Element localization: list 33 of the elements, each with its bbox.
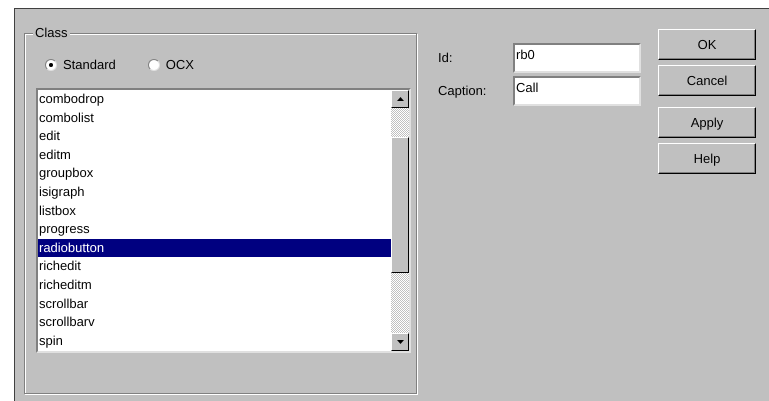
list-item[interactable]: richeditm <box>38 276 391 295</box>
scrollbar[interactable] <box>391 90 409 351</box>
up-arrow-icon <box>396 97 404 101</box>
scroll-down-button[interactable] <box>391 333 409 351</box>
list-item[interactable]: groupbox <box>38 164 391 183</box>
dialog-button[interactable]: Apply <box>658 107 756 138</box>
scroll-thumb[interactable] <box>391 137 409 273</box>
field-label: Id: <box>438 49 454 68</box>
radio-label[interactable]: Standard <box>63 55 116 75</box>
list-item[interactable]: listbox <box>38 202 391 220</box>
list-item[interactable]: editm <box>38 146 391 164</box>
list-item[interactable]: edit <box>38 127 391 146</box>
scroll-up-button[interactable] <box>391 90 409 108</box>
list-item[interactable]: scrollbarv <box>38 313 391 332</box>
list-item[interactable]: spin <box>38 332 391 350</box>
dialog-button[interactable]: OK <box>658 29 756 60</box>
list-item[interactable]: combolist <box>38 108 391 128</box>
list-item[interactable]: richedit <box>38 257 391 276</box>
dialog-button[interactable]: Help <box>658 143 756 174</box>
list-item[interactable]: radiobutton <box>38 238 391 258</box>
down-arrow-icon <box>396 340 404 344</box>
list-item[interactable]: combodrop <box>38 90 391 109</box>
radio-label[interactable]: OCX <box>166 55 194 75</box>
text-field[interactable]: rb0 <box>513 43 641 73</box>
list-item[interactable]: isigraph <box>38 182 391 202</box>
list-item[interactable]: progress <box>38 220 391 239</box>
class-listbox[interactable]: combodrop combolist edit editm groupbox isigraph listbox progress radiobutton richedit richeditm scrollbar scrollbarv spin <box>36 88 411 353</box>
list-item[interactable]: scrollbar <box>38 294 391 314</box>
dialog-button[interactable]: Cancel <box>658 65 756 96</box>
radio-button[interactable] <box>45 59 57 71</box>
text-field[interactable]: Call <box>513 76 641 106</box>
field-label: Caption: <box>438 82 488 100</box>
radio-button[interactable] <box>148 59 160 71</box>
